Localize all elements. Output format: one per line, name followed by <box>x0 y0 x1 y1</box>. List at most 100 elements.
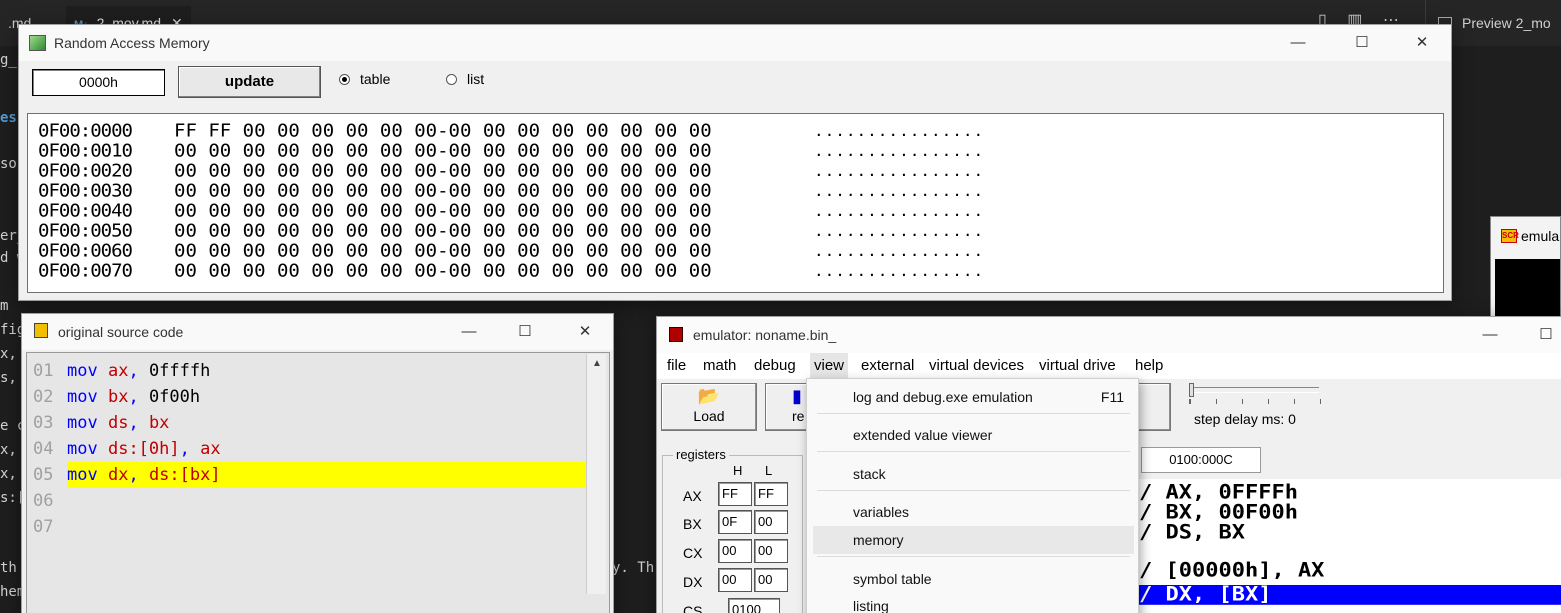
register-cx-label: CX <box>683 545 703 561</box>
menu-math[interactable]: math <box>699 353 740 379</box>
register-cs-label: CS <box>683 603 703 613</box>
maximize-icon[interactable]: ☐ <box>1339 25 1385 61</box>
current-address[interactable]: 0100:000C <box>1141 447 1261 473</box>
register-ax-label: AX <box>683 488 702 504</box>
menu-separator <box>817 413 1130 414</box>
disassembly-view[interactable]: / AX, 0FFFFh / BX, 00F00h / DS, BX / [00… <box>1139 479 1561 613</box>
memory-dump[interactable]: 0F00:0000 FF FF 00 00 00 00 00 00-00 00 0… <box>27 113 1444 293</box>
disasm-line: / DS, BX <box>1139 521 1245 544</box>
menu-external[interactable]: external <box>857 353 918 379</box>
ram-window: Random Access Memory — ☐ ✕ 0000h update … <box>18 24 1452 301</box>
editor-text: y. Th <box>612 560 655 576</box>
code-line: 04 mov ds:[0h], ax <box>33 439 221 459</box>
register-cs-value[interactable]: 0100 <box>728 598 780 613</box>
menu-virtual-drive[interactable]: virtual drive <box>1035 353 1120 379</box>
code-line-current: 05 mov dx, ds:[bx] <box>27 462 587 488</box>
code-line: 06 <box>33 491 54 511</box>
menu-debug[interactable]: debug <box>750 353 800 379</box>
register-cx-low[interactable]: 00 <box>754 539 788 563</box>
registers-group: registers H L AX FF FF BX 0F 00 CX 00 00… <box>662 447 803 613</box>
ram-window-title: Random Access Memory <box>54 35 210 51</box>
menu-separator <box>817 556 1130 557</box>
step-delay-slider-thumb[interactable] <box>1189 383 1194 397</box>
disasm-line: / BX, 00F00h <box>1139 501 1298 524</box>
register-dx-label: DX <box>683 574 703 590</box>
editor-text: x, <box>0 346 17 362</box>
step-delay-label: step delay ms: 0 <box>1194 411 1296 427</box>
register-bx-low[interactable]: 00 <box>754 510 788 534</box>
editor-text: m <box>0 298 9 314</box>
code-line: 07 <box>33 517 54 537</box>
code-line: 02 mov bx, 0f00h <box>33 387 201 407</box>
emulator-menubar: file math debug view external virtual de… <box>657 353 1561 379</box>
screen-app-icon: SCR <box>1501 229 1519 243</box>
view-dropdown-menu: log and debug.exe emulation F11 extended … <box>806 378 1139 613</box>
code-line: 03 mov ds, bx <box>33 413 170 433</box>
menu-item-variables[interactable]: variables <box>813 498 1134 526</box>
editor-text: x, <box>0 466 17 482</box>
step-delay-slider-track[interactable] <box>1189 387 1319 393</box>
source-app-icon <box>34 323 48 338</box>
vertical-scrollbar[interactable]: ▲ <box>586 354 606 594</box>
minimize-icon[interactable]: — <box>446 314 492 350</box>
menu-virtual-devices[interactable]: virtual devices <box>925 353 1028 379</box>
minimize-icon[interactable]: — <box>1275 25 1321 61</box>
register-cx-high[interactable]: 00 <box>718 539 752 563</box>
menu-separator <box>817 451 1130 452</box>
close-icon[interactable]: ✕ <box>1399 25 1445 61</box>
minimize-icon[interactable]: — <box>1467 317 1513 353</box>
address-input[interactable]: 0000h <box>32 69 165 96</box>
toolbar-button[interactable] <box>1135 383 1171 431</box>
menu-item-extended-value-viewer[interactable]: extended value viewer <box>813 421 1134 449</box>
radio-table[interactable]: table <box>339 71 390 87</box>
register-dx-low[interactable]: 00 <box>754 568 788 592</box>
source-code-window: original source code — ☐ ✕ 01 mov ax, 0ff… <box>21 313 614 613</box>
disasm-line: / AX, 0FFFFh <box>1139 481 1298 504</box>
close-icon[interactable]: ✕ <box>562 314 608 350</box>
ram-app-icon <box>29 35 46 51</box>
source-window-title: original source code <box>58 324 184 340</box>
register-dx-high[interactable]: 00 <box>718 568 752 592</box>
source-titlebar[interactable]: original source code — ☐ ✕ <box>22 314 613 350</box>
load-button[interactable]: 📂 Load <box>661 383 757 431</box>
registers-legend: registers <box>673 447 729 462</box>
menu-item-log-debug[interactable]: log and debug.exe emulation F11 <box>813 383 1134 411</box>
radio-list[interactable]: list <box>446 71 484 87</box>
editor-text: so <box>0 156 17 172</box>
shortcut-f11: F11 <box>1100 389 1124 405</box>
editor-text: s, <box>0 370 17 386</box>
menu-item-listing[interactable]: listing <box>813 592 1134 613</box>
menu-file[interactable]: file <box>663 353 690 379</box>
code-editor[interactable]: 01 mov ax, 0ffffh 02 mov bx, 0f00h 03 mov d… <box>26 352 610 613</box>
low-byte-header: L <box>765 463 773 478</box>
register-ax-high[interactable]: FF <box>718 482 752 506</box>
ram-titlebar[interactable]: Random Access Memory — ☐ ✕ <box>19 25 1451 61</box>
editor-text: x, <box>0 442 17 458</box>
menu-item-symbol-table[interactable]: symbol table <box>813 565 1134 593</box>
menu-help[interactable]: help <box>1131 353 1167 379</box>
high-byte-header: H <box>733 463 743 478</box>
menu-item-stack[interactable]: stack <box>813 460 1134 488</box>
radio-selected-icon <box>339 74 350 85</box>
register-bx-label: BX <box>683 516 702 532</box>
register-ax-low[interactable]: FF <box>754 482 788 506</box>
register-bx-high[interactable]: 0F <box>718 510 752 534</box>
disasm-line-current: / DX, [BX] <box>1139 585 1561 605</box>
scroll-up-icon[interactable]: ▲ <box>587 358 607 369</box>
emulator-app-icon <box>669 327 683 342</box>
emulator-screen-title: SCR emula <box>1501 228 1560 244</box>
editor-text: g_ <box>0 52 17 68</box>
step-delay-slider-ticks <box>1189 399 1321 404</box>
disasm-line: / [00000h], AX <box>1139 559 1325 582</box>
maximize-icon[interactable]: ☐ <box>502 314 548 350</box>
menu-view[interactable]: view <box>810 353 849 379</box>
menu-separator <box>817 490 1130 491</box>
emulator-titlebar[interactable]: emulator: noname.bin_ — ☐ <box>657 317 1561 353</box>
radio-unselected-icon <box>446 74 457 85</box>
folder-open-icon: 📂 <box>697 386 721 406</box>
update-button[interactable]: update <box>178 66 321 98</box>
editor-text: th <box>0 560 17 576</box>
maximize-icon[interactable]: ☐ <box>1523 317 1561 353</box>
code-line: 01 mov ax, 0ffffh <box>33 361 211 381</box>
menu-item-memory[interactable]: memory <box>813 526 1134 554</box>
